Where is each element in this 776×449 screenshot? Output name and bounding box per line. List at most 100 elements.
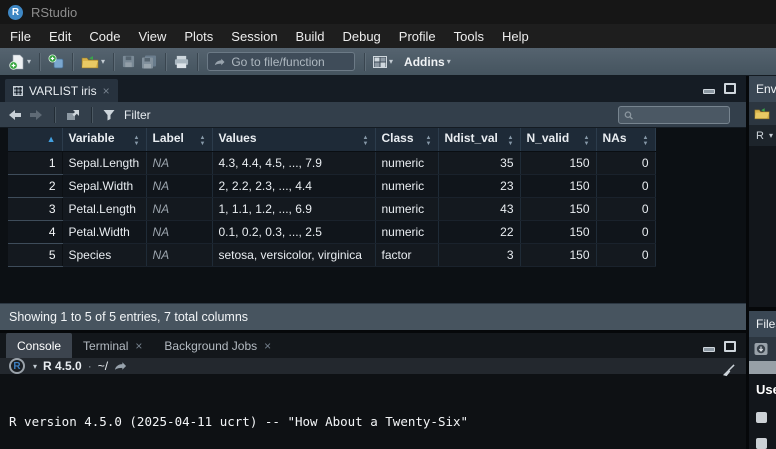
viewer-toolbar: Filter xyxy=(0,102,746,128)
print-button[interactable] xyxy=(171,51,192,73)
column-header-variable[interactable]: Variable xyxy=(62,128,146,151)
menu-build[interactable]: Build xyxy=(287,29,334,44)
menu-debug[interactable]: Debug xyxy=(333,29,389,44)
menu-session[interactable]: Session xyxy=(222,29,286,44)
tab-background-jobs[interactable]: Background Jobs × xyxy=(153,333,282,358)
environment-source-selector[interactable]: R ▾ xyxy=(749,125,776,146)
data-grid-icon xyxy=(13,86,23,96)
console-output[interactable]: R version 4.5.0 (2025-04-11 ucrt) -- "Ho… xyxy=(0,374,746,449)
addins-button[interactable]: Addins xyxy=(404,55,445,69)
variable-cell: Petal.Width xyxy=(62,220,146,243)
variable-cell: Petal.Length xyxy=(62,197,146,220)
nas-cell: 0 xyxy=(596,220,655,243)
nas-cell: 0 xyxy=(596,243,655,266)
popout-window-icon[interactable] xyxy=(66,109,80,121)
ndist-val-cell: 23 xyxy=(438,174,520,197)
nas-cell: 0 xyxy=(596,197,655,220)
save-button[interactable] xyxy=(119,51,138,73)
menu-help[interactable]: Help xyxy=(493,29,538,44)
clear-console-button[interactable] xyxy=(721,364,736,382)
table-row[interactable]: 2 Sepal.Width NA 2, 2.2, 2.3, ..., 4.4 n… xyxy=(8,174,655,197)
close-icon[interactable]: × xyxy=(103,86,110,96)
row-number-header[interactable] xyxy=(8,128,62,151)
table-search-box[interactable] xyxy=(618,106,730,124)
column-label: N_valid xyxy=(527,131,570,145)
broom-icon xyxy=(721,364,736,377)
menu-view[interactable]: View xyxy=(129,29,175,44)
sort-icon xyxy=(584,135,590,147)
values-cell: setosa, versicolor, virginica xyxy=(212,243,375,266)
tab-files[interactable]: Files xyxy=(756,317,776,331)
close-icon[interactable]: × xyxy=(135,341,142,351)
panes-grid-icon xyxy=(373,56,387,68)
chevron-down-icon: ▾ xyxy=(769,131,773,140)
column-header-n-valid[interactable]: N_valid xyxy=(520,128,596,151)
table-row[interactable]: 3 Petal.Length NA 1, 1.1, 1.2, ..., 6.9 … xyxy=(8,197,655,220)
menu-code[interactable]: Code xyxy=(80,29,129,44)
install-packages-icon[interactable] xyxy=(754,342,768,356)
menu-tools[interactable]: Tools xyxy=(445,29,493,44)
package-checkbox[interactable] xyxy=(756,438,767,449)
filter-icon[interactable] xyxy=(103,109,115,121)
nas-cell: 0 xyxy=(596,174,655,197)
minimize-pane-icon[interactable] xyxy=(703,89,715,94)
entries-summary: Showing 1 to 5 of 5 entries, 7 total col… xyxy=(9,310,248,324)
working-directory[interactable]: ~/ xyxy=(98,359,108,373)
open-file-button[interactable]: ▾ xyxy=(78,51,108,73)
goto-file-box[interactable] xyxy=(207,52,355,71)
column-header-values[interactable]: Values xyxy=(212,128,375,151)
maximize-pane-icon[interactable] xyxy=(724,83,736,94)
maximize-pane-icon[interactable] xyxy=(724,341,736,352)
panes-layout-button[interactable]: ▾ xyxy=(370,51,396,73)
column-header-nas[interactable]: NAs xyxy=(596,128,655,151)
sort-icon xyxy=(426,135,432,147)
column-header-label[interactable]: Label xyxy=(146,128,212,151)
minimize-pane-icon[interactable] xyxy=(703,347,715,352)
variable-cell: Sepal.Width xyxy=(62,174,146,197)
close-icon[interactable]: × xyxy=(264,341,271,351)
table-search-input[interactable] xyxy=(638,109,724,121)
new-file-icon xyxy=(9,54,25,70)
title-bar: R RStudio xyxy=(0,0,776,24)
tab-varlist-iris[interactable]: VARLIST iris × xyxy=(5,79,118,102)
tab-environment[interactable]: Environment xyxy=(756,82,776,96)
pane-window-buttons xyxy=(703,83,736,94)
label-cell: NA xyxy=(146,151,212,174)
forward-icon[interactable] xyxy=(29,109,43,121)
back-icon[interactable] xyxy=(8,109,22,121)
load-workspace-icon[interactable] xyxy=(754,107,770,120)
chevron-down-icon[interactable]: ▾ xyxy=(33,362,37,371)
sort-icon xyxy=(200,135,206,147)
new-project-button[interactable] xyxy=(45,51,67,73)
save-all-button[interactable] xyxy=(138,51,160,73)
separator-dot xyxy=(88,359,92,373)
values-cell: 4.3, 4.4, 4.5, ..., 7.9 xyxy=(212,151,375,174)
package-checkbox[interactable] xyxy=(756,412,767,423)
column-label: Ndist_val xyxy=(445,131,498,145)
tab-title: VARLIST iris xyxy=(29,84,97,98)
goto-directory-icon[interactable] xyxy=(114,361,127,371)
menu-plots[interactable]: Plots xyxy=(175,29,222,44)
packages-filter-strip xyxy=(749,361,776,374)
r-version-icon[interactable]: R xyxy=(9,358,25,374)
search-icon xyxy=(624,110,634,121)
goto-file-input[interactable] xyxy=(231,55,348,69)
table-status-bar: Showing 1 to 5 of 5 entries, 7 total col… xyxy=(0,303,746,330)
menu-file[interactable]: File xyxy=(1,29,40,44)
column-header-ndist-val[interactable]: Ndist_val xyxy=(438,128,520,151)
tab-terminal[interactable]: Terminal × xyxy=(72,333,153,358)
column-label: NAs xyxy=(603,131,627,145)
column-header-class[interactable]: Class xyxy=(375,128,438,151)
menu-edit[interactable]: Edit xyxy=(40,29,80,44)
ndist-val-cell: 43 xyxy=(438,197,520,220)
menu-profile[interactable]: Profile xyxy=(390,29,445,44)
table-row[interactable]: 4 Petal.Width NA 0.1, 0.2, 0.3, ..., 2.5… xyxy=(8,220,655,243)
left-column: VARLIST iris × xyxy=(0,76,746,449)
new-file-button[interactable]: ▾ xyxy=(6,51,34,73)
table-row[interactable]: 5 Species NA setosa, versicolor, virgini… xyxy=(8,243,655,266)
class-cell: factor xyxy=(375,243,438,266)
tab-console[interactable]: Console xyxy=(6,333,72,358)
print-icon xyxy=(174,55,189,69)
table-row[interactable]: 1 Sepal.Length NA 4.3, 4.4, 4.5, ..., 7.… xyxy=(8,151,655,174)
filter-label[interactable]: Filter xyxy=(124,108,151,122)
